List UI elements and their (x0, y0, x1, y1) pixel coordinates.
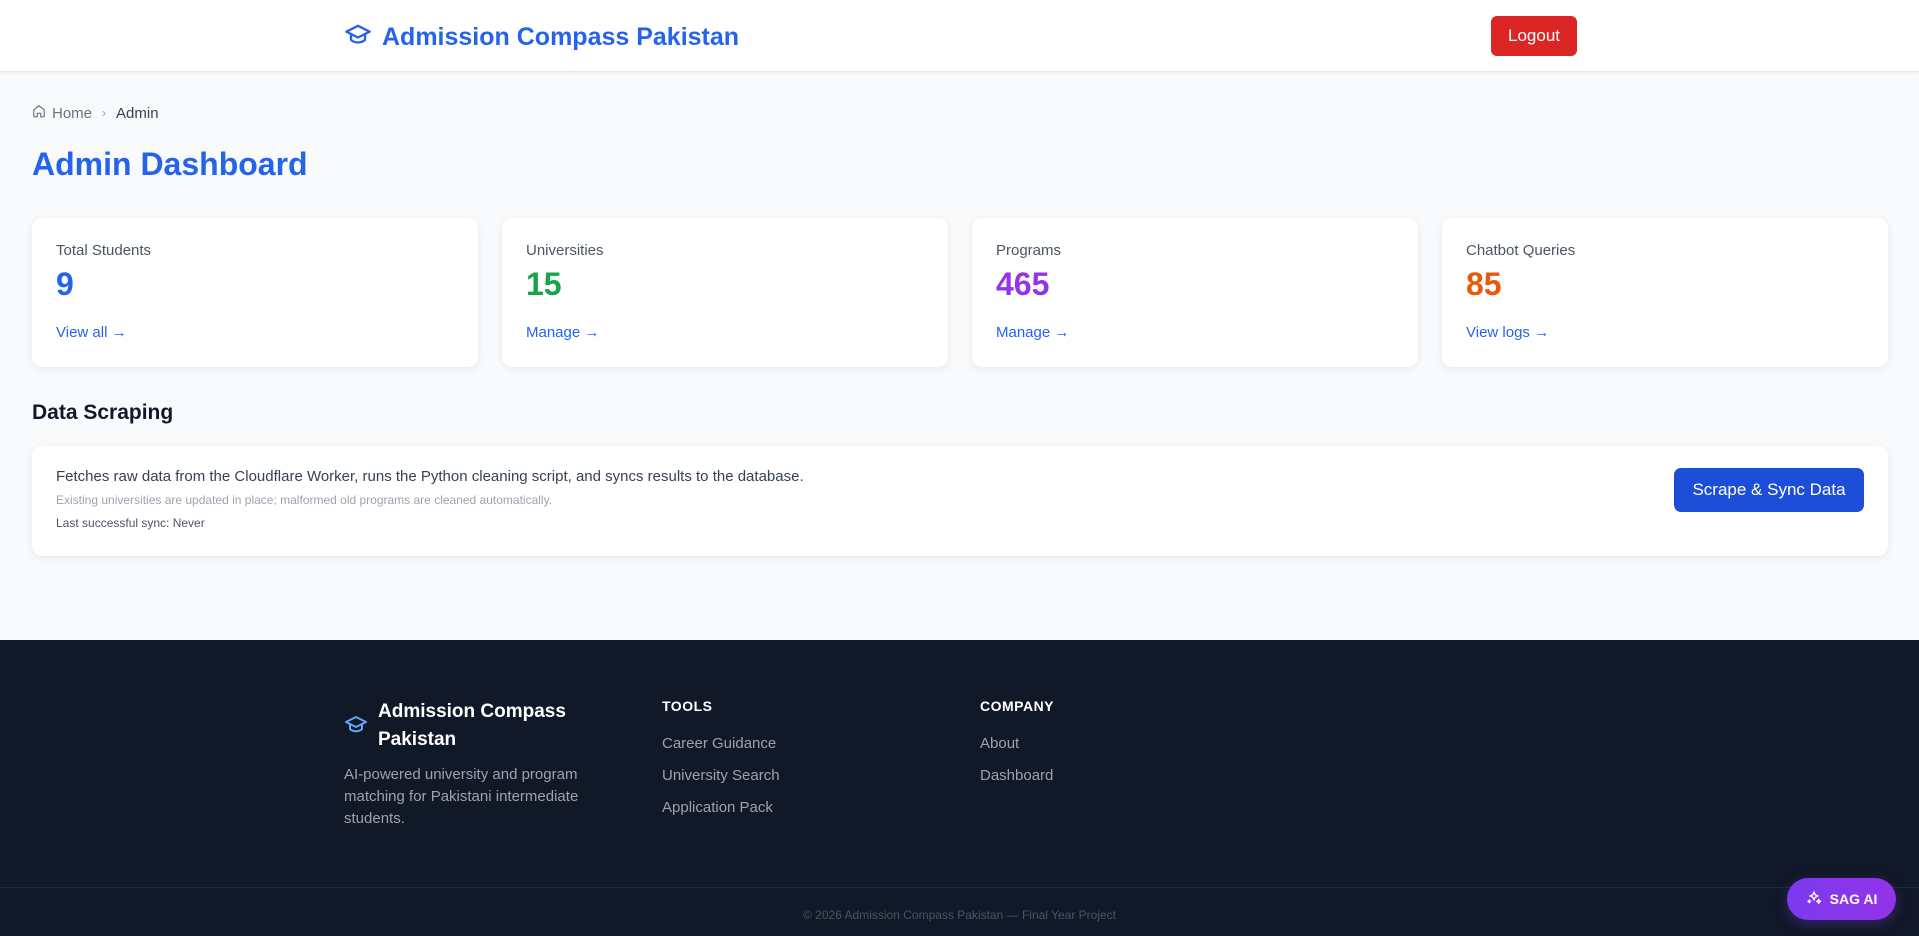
stat-label: Programs (996, 242, 1062, 259)
graduation-cap-icon (344, 698, 368, 754)
scraping-description: Fetches raw data from the Cloudflare Wor… (56, 468, 804, 485)
footer-link-dashboard[interactable]: Dashboard (980, 766, 1054, 785)
scraping-card: Fetches raw data from the Cloudflare Wor… (32, 446, 1888, 556)
footer-tools-column: TOOLS Career Guidance University Search … (662, 698, 780, 830)
logout-button[interactable]: Logout (1491, 16, 1577, 56)
breadcrumb-current: Admin (116, 104, 159, 122)
footer-brand: Admission Compass Pakistan (344, 698, 584, 754)
footer-link-university-search[interactable]: University Search (662, 766, 780, 785)
stat-label: Chatbot Queries (1466, 242, 1576, 259)
manage-universities-link[interactable]: Manage → (526, 324, 599, 341)
brand-logo[interactable]: Admission Compass Pakistan (344, 20, 739, 55)
brand-name: Admission Compass Pakistan (382, 23, 740, 51)
footer-divider (0, 887, 1919, 888)
view-all-students-link[interactable]: View all → (56, 324, 127, 341)
footer-link-about[interactable]: About (980, 734, 1054, 753)
stat-card-programs: Programs 465 Manage → (972, 218, 1418, 367)
section-title-data-scraping: Data Scraping (32, 401, 174, 424)
footer-tools-heading: TOOLS (662, 698, 713, 714)
ai-assistant-label: SAG AI (1829, 891, 1878, 907)
footer-tagline: AI-powered university and program matchi… (344, 766, 579, 827)
sparkles-icon (1806, 890, 1822, 909)
stat-label: Universities (526, 242, 604, 259)
scrape-sync-button[interactable]: Scrape & Sync Data (1674, 468, 1864, 512)
last-sync-status: Last successful sync: Never (56, 516, 205, 530)
graduation-cap-icon (344, 20, 372, 55)
stat-value: 9 (56, 266, 74, 302)
footer: Admission Compass Pakistan AI-powered un… (0, 640, 1919, 936)
stat-card-students: Total Students 9 View all → (32, 218, 478, 367)
view-logs-link[interactable]: View logs → (1466, 324, 1549, 341)
manage-programs-link[interactable]: Manage → (996, 324, 1069, 341)
stat-label: Total Students (56, 242, 152, 259)
footer-brand-name: Admission Compass Pakistan (378, 701, 566, 750)
scraping-note: Existing universities are updated in pla… (56, 493, 553, 507)
ai-assistant-button[interactable]: SAG AI (1787, 878, 1896, 920)
breadcrumb: Home › Admin (32, 104, 159, 122)
stat-value: 85 (1466, 266, 1502, 302)
breadcrumb-home-link[interactable]: Home (52, 105, 92, 122)
footer-link-career-guidance[interactable]: Career Guidance (662, 734, 780, 753)
stat-card-chatbot-queries: Chatbot Queries 85 View logs → (1442, 218, 1888, 367)
footer-company-heading: COMPANY (980, 698, 1055, 714)
top-header: Admission Compass Pakistan Logout (0, 0, 1919, 72)
stat-card-universities: Universities 15 Manage → (502, 218, 948, 367)
chevron-right-icon: › (102, 106, 107, 120)
stat-value: 15 (526, 266, 562, 302)
copyright-text: © 2026 Admission Compass Pakistan — Fina… (803, 908, 1116, 922)
page-title: Admin Dashboard (32, 146, 308, 182)
footer-link-application-pack[interactable]: Application Pack (662, 798, 780, 817)
footer-company-column: COMPANY About Dashboard (980, 698, 1054, 798)
stat-value: 465 (996, 266, 1050, 302)
home-icon (32, 104, 46, 122)
